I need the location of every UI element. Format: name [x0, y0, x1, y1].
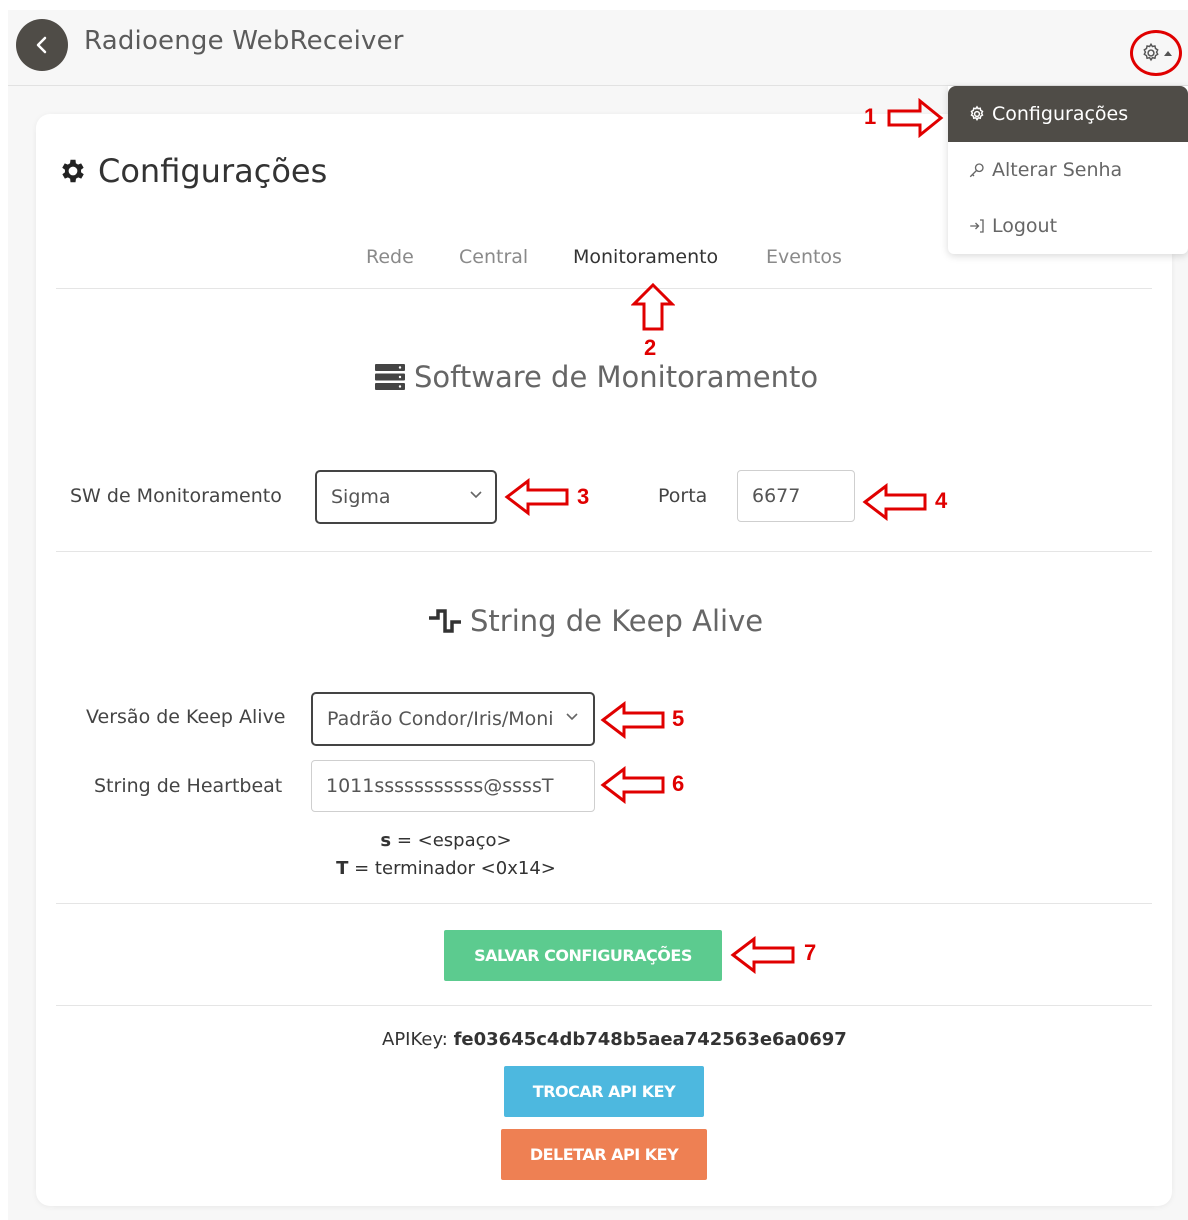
server-icon [375, 364, 405, 390]
annotation-3: 3 [577, 484, 590, 509]
gear-icon [970, 105, 984, 122]
apikey-row: APIKey: fe03645c4db748b5aea742563e6a0697 [382, 1029, 847, 1050]
page-title-text: Configurações [98, 152, 328, 190]
port-value: 6677 [752, 485, 801, 507]
sw-monitoring-select[interactable]: Sigma [315, 470, 497, 524]
arrow-left-icon [504, 478, 569, 516]
heartbeat-label: String de Heartbeat [94, 775, 283, 797]
keepalive-version-value: Padrão Condor/Iris/Moni [327, 708, 554, 730]
annotation-6: 6 [672, 771, 685, 796]
top-bar: Radioenge WebReceiver [8, 10, 1188, 86]
pulse-icon [429, 609, 461, 633]
swap-apikey-button[interactable]: TROCAR API KEY [504, 1066, 704, 1117]
tabs-divider [56, 288, 1152, 289]
settings-menu-toggle[interactable] [1130, 30, 1182, 76]
keepalive-divider [56, 903, 1152, 904]
keepalive-section-title-text: String de Keep Alive [470, 604, 764, 638]
port-input[interactable]: 6677 [737, 470, 855, 522]
hint-s-text: = <espaço> [391, 830, 512, 851]
port-label: Porta [658, 485, 708, 507]
annotation-2: 2 [644, 335, 657, 360]
menu-item-configuracoes-label: Configurações [992, 103, 1129, 125]
heartbeat-value: 1011sssssssssss@ssssT [326, 775, 554, 797]
arrow-left-icon [862, 483, 927, 521]
tab-rede[interactable]: Rede [366, 246, 414, 268]
tab-monitoramento[interactable]: Monitoramento [573, 246, 718, 268]
heartbeat-input[interactable]: 1011sssssssssss@ssssT [311, 760, 595, 812]
app-title: Radioenge WebReceiver [84, 26, 404, 56]
apikey-label: APIKey: [382, 1029, 454, 1050]
arrow-left-icon [600, 766, 665, 804]
arrow-left-icon [600, 701, 665, 739]
key-icon [969, 163, 984, 178]
chevron-down-icon [470, 491, 482, 499]
hint-t-key: T [336, 858, 349, 879]
back-button[interactable] [16, 19, 68, 71]
sw-monitoring-label: SW de Monitoramento [70, 485, 282, 507]
arrow-up-icon [631, 282, 675, 331]
settings-card: Configurações Rede Central Monitoramento… [36, 114, 1172, 1206]
apikey-value: fe03645c4db748b5aea742563e6a0697 [453, 1029, 847, 1050]
annotation-5: 5 [672, 706, 685, 731]
menu-item-alterar-senha[interactable]: Alterar Senha [948, 142, 1188, 198]
heartbeat-hint-space: s = <espaço> [286, 830, 606, 851]
caret-up-icon [1164, 50, 1172, 56]
arrow-left-icon [730, 936, 795, 974]
tab-central[interactable]: Central [459, 246, 528, 268]
annotation-1: 1 [864, 104, 877, 129]
annotation-4: 4 [935, 488, 948, 513]
keepalive-version-label: Versão de Keep Alive [86, 706, 286, 728]
gear-icon [1143, 42, 1159, 62]
menu-item-logout[interactable]: Logout [948, 198, 1188, 254]
user-dropdown-menu: Configurações Alterar Senha Logout [948, 86, 1188, 254]
keepalive-version-select[interactable]: Padrão Condor/Iris/Moni [311, 692, 595, 746]
actions-divider [56, 1005, 1152, 1006]
tab-eventos[interactable]: Eventos [766, 246, 842, 268]
save-settings-button[interactable]: SALVAR CONFIGURAÇÕES [444, 930, 722, 981]
monitoring-divider [56, 551, 1152, 552]
hint-t-text: = terminador <0x14> [348, 858, 556, 879]
annotation-7: 7 [804, 940, 817, 965]
gear-icon [62, 159, 84, 183]
logout-icon [970, 219, 984, 233]
chevron-down-icon [566, 713, 578, 721]
monitoring-section-title-text: Software de Monitoramento [414, 360, 819, 394]
chevron-left-icon [36, 36, 47, 54]
keepalive-section-title: String de Keep Alive [428, 604, 763, 638]
menu-item-logout-label: Logout [992, 215, 1058, 237]
menu-item-configuracoes[interactable]: Configurações [948, 86, 1188, 142]
arrow-right-icon [887, 98, 944, 138]
monitoring-section-title: Software de Monitoramento [374, 360, 818, 394]
hint-s-key: s [380, 830, 392, 851]
sw-monitoring-value: Sigma [331, 486, 391, 508]
heartbeat-hint-terminator: T = terminador <0x14> [286, 858, 606, 879]
menu-item-alterar-senha-label: Alterar Senha [992, 159, 1123, 181]
delete-apikey-button[interactable]: DELETAR API KEY [501, 1129, 707, 1180]
page-title: Configurações [58, 152, 327, 190]
